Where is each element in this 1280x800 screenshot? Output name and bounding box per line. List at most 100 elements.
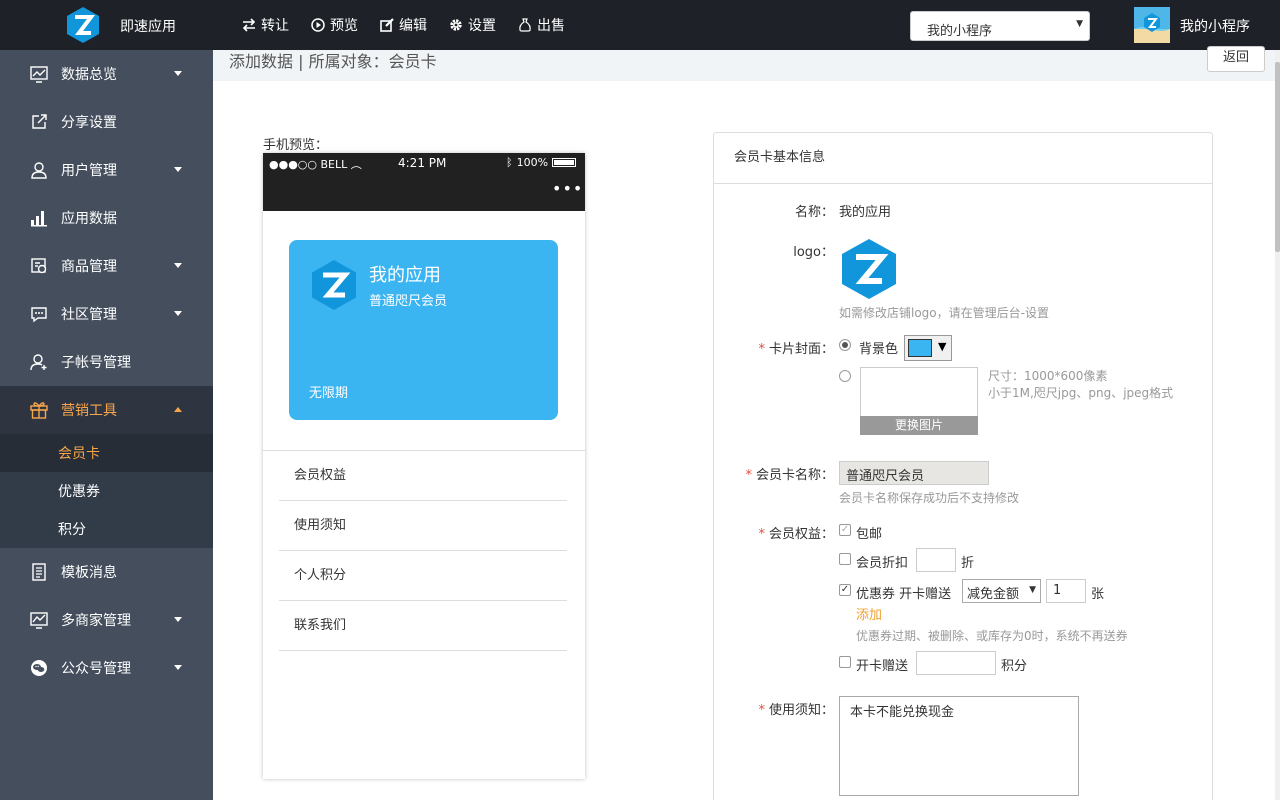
free-shipping-checkbox[interactable]: ✓ [839, 524, 851, 536]
coupon-count-input[interactable]: 1 [1046, 579, 1086, 603]
card-name-input[interactable]: 普通咫尺会员 [839, 461, 989, 485]
discount-checkbox[interactable] [839, 553, 851, 565]
sidebar-item-label: 商品管理 [61, 259, 117, 275]
discount-input[interactable] [916, 548, 956, 572]
settings-label: 设置 [468, 18, 496, 34]
merchant-icon [30, 611, 48, 629]
chevron-down-icon: ▼ [1076, 19, 1083, 29]
change-image-button[interactable]: 更换图片 [860, 416, 978, 435]
sidebar-item-multi-merchant[interactable]: 多商家管理 [0, 596, 213, 644]
sidebar-subitem-member-card[interactable]: 会员卡 [0, 434, 213, 472]
member-card-form-panel: 会员卡基本信息 名称： 我的应用 logo： 如需修改店铺logo，请在管理后台… [713, 132, 1213, 800]
sidebar-item-community-management[interactable]: 社区管理 [0, 290, 213, 338]
chevron-down-icon [174, 617, 182, 622]
notice-label-text: 使用须知： [768, 703, 834, 718]
miniprogram-select-value: 我的小程序 [927, 24, 993, 39]
sidebar-item-data-overview[interactable]: 数据总览 [0, 50, 213, 98]
share-icon [30, 113, 48, 131]
top-bar: 即速应用 转让 预览 编辑 设置 出售 我的小程序 ▼ 我的小程序 [0, 0, 1280, 50]
points-checkbox[interactable] [839, 656, 851, 668]
brand-name[interactable]: 即速应用 [120, 16, 176, 36]
more-icon[interactable]: ••• [552, 179, 583, 198]
sidebar-item-template-messages[interactable]: 模板消息 [0, 548, 213, 596]
scrollbar-thumb[interactable] [1275, 62, 1280, 252]
sidebar-item-user-management[interactable]: 用户管理 [0, 146, 213, 194]
main-content: 手机预览： ●●●○○ BELL ︵ 4:21 PM ᛒ 100% ••• 我的… [213, 81, 1275, 800]
cover-image-box[interactable]: 更换图片 [860, 367, 978, 435]
carrier-label: ●●●○○ BELL ︵ [269, 156, 362, 172]
color-swatch [908, 339, 932, 357]
sidebar-item-label: 子帐号管理 [61, 355, 131, 371]
benefits-label-text: 会员权益： [768, 527, 834, 542]
sidebar: 数据总览 分享设置 用户管理 应用数据 商品管理 社区管理 子帐号管理 营销工具… [0, 50, 213, 800]
user-icon [30, 161, 48, 179]
brand-logo[interactable] [64, 6, 102, 44]
add-coupon-link[interactable]: 添加 [856, 604, 882, 623]
sidebar-item-label: 公众号管理 [61, 661, 131, 677]
coupon-type-select[interactable]: 减免金额 ▼ [962, 579, 1041, 603]
coupon-type-value: 减免金额 [967, 587, 1020, 602]
notice-textarea[interactable]: 本卡不能兑换现金 [839, 696, 1079, 796]
content-header: 添加数据 | 所属对象：会员卡 返回 [213, 46, 1280, 81]
phone-menu: 会员权益 使用须知 个人积分 联系我们 [279, 451, 567, 651]
sidebar-item-share-settings[interactable]: 分享设置 [0, 98, 213, 146]
bar-chart-icon [30, 209, 48, 227]
points-input[interactable] [916, 651, 996, 675]
miniprogram-select[interactable]: 我的小程序 ▼ [910, 11, 1090, 41]
sidebar-item-goods-management[interactable]: 商品管理 [0, 242, 213, 290]
card-name-hint: 会员卡名称保存成功后不支持修改 [839, 491, 1020, 505]
coupon-unit: 张 [1091, 587, 1105, 602]
transfer-button[interactable]: 转让 [242, 15, 289, 35]
chart-icon [30, 65, 48, 83]
chevron-down-icon: ▼ [1029, 585, 1036, 595]
chevron-up-icon [174, 407, 182, 412]
phone-menu-item-contact[interactable]: 联系我们 [279, 601, 567, 651]
cover-color-radio[interactable] [839, 339, 851, 351]
sidebar-subitem-points[interactable]: 积分 [0, 510, 213, 548]
battery-percent: 100% [516, 156, 549, 169]
sell-button[interactable]: 出售 [518, 15, 565, 35]
member-card-preview: 我的应用 普通咫尺会员 无限期 [289, 240, 558, 420]
card-name-label: * 会员卡名称： [745, 468, 834, 483]
phone-menu-item-notice[interactable]: 使用须知 [279, 501, 567, 551]
cover-color-picker[interactable]: ▼ [904, 335, 952, 361]
preview-label: 手机预览： [263, 138, 329, 153]
phone-menu-item-points[interactable]: 个人积分 [279, 551, 567, 601]
sidebar-item-label: 数据总览 [61, 67, 117, 83]
settings-button[interactable]: 设置 [449, 15, 496, 35]
card-level: 普通咫尺会员 [369, 294, 448, 309]
preview-button[interactable]: 预览 [311, 15, 358, 35]
points-unit: 积分 [1001, 659, 1028, 674]
sidebar-item-label: 社区管理 [61, 307, 117, 323]
discount-unit: 折 [961, 556, 975, 571]
chevron-down-icon [174, 311, 182, 316]
sidebar-item-official-account[interactable]: 公众号管理 [0, 644, 213, 692]
phone-menu-item-benefits[interactable]: 会员权益 [279, 451, 567, 501]
avatar[interactable] [1134, 7, 1170, 43]
cover-label: * 卡片封面： [758, 342, 834, 357]
logo-hint: 如需修改店铺logo，请在管理后台-设置 [839, 306, 1049, 320]
coupon-label: 优惠券 开卡赠送 [856, 587, 952, 602]
sidebar-item-marketing-tools[interactable]: 营销工具 [0, 386, 213, 434]
preview-icon [311, 18, 325, 32]
sidebar-item-label: 多商家管理 [61, 613, 131, 629]
points-label: 开卡赠送 [856, 659, 909, 674]
transfer-icon [242, 18, 256, 32]
user-name[interactable]: 我的小程序 [1180, 16, 1250, 36]
page-scrollbar[interactable] [1275, 50, 1280, 800]
cover-image-radio[interactable] [839, 370, 851, 382]
coupon-checkbox[interactable]: ✓ [839, 584, 851, 596]
moneybag-icon [518, 18, 532, 32]
chevron-down-icon [174, 71, 182, 76]
sidebar-item-sub-accounts[interactable]: 子帐号管理 [0, 338, 213, 386]
community-icon [30, 305, 48, 323]
back-button[interactable]: 返回 [1207, 46, 1265, 72]
edit-icon [380, 18, 394, 32]
edit-button[interactable]: 编辑 [380, 15, 427, 35]
phone-status-bar: ●●●○○ BELL ︵ 4:21 PM ᛒ 100% ••• [263, 153, 585, 211]
name-label: 名称： [794, 205, 834, 220]
sidebar-item-app-data[interactable]: 应用数据 [0, 194, 213, 242]
goods-icon [30, 257, 48, 275]
sidebar-subitem-coupons[interactable]: 优惠券 [0, 472, 213, 510]
top-actions: 转让 预览 编辑 设置 出售 [242, 15, 565, 35]
